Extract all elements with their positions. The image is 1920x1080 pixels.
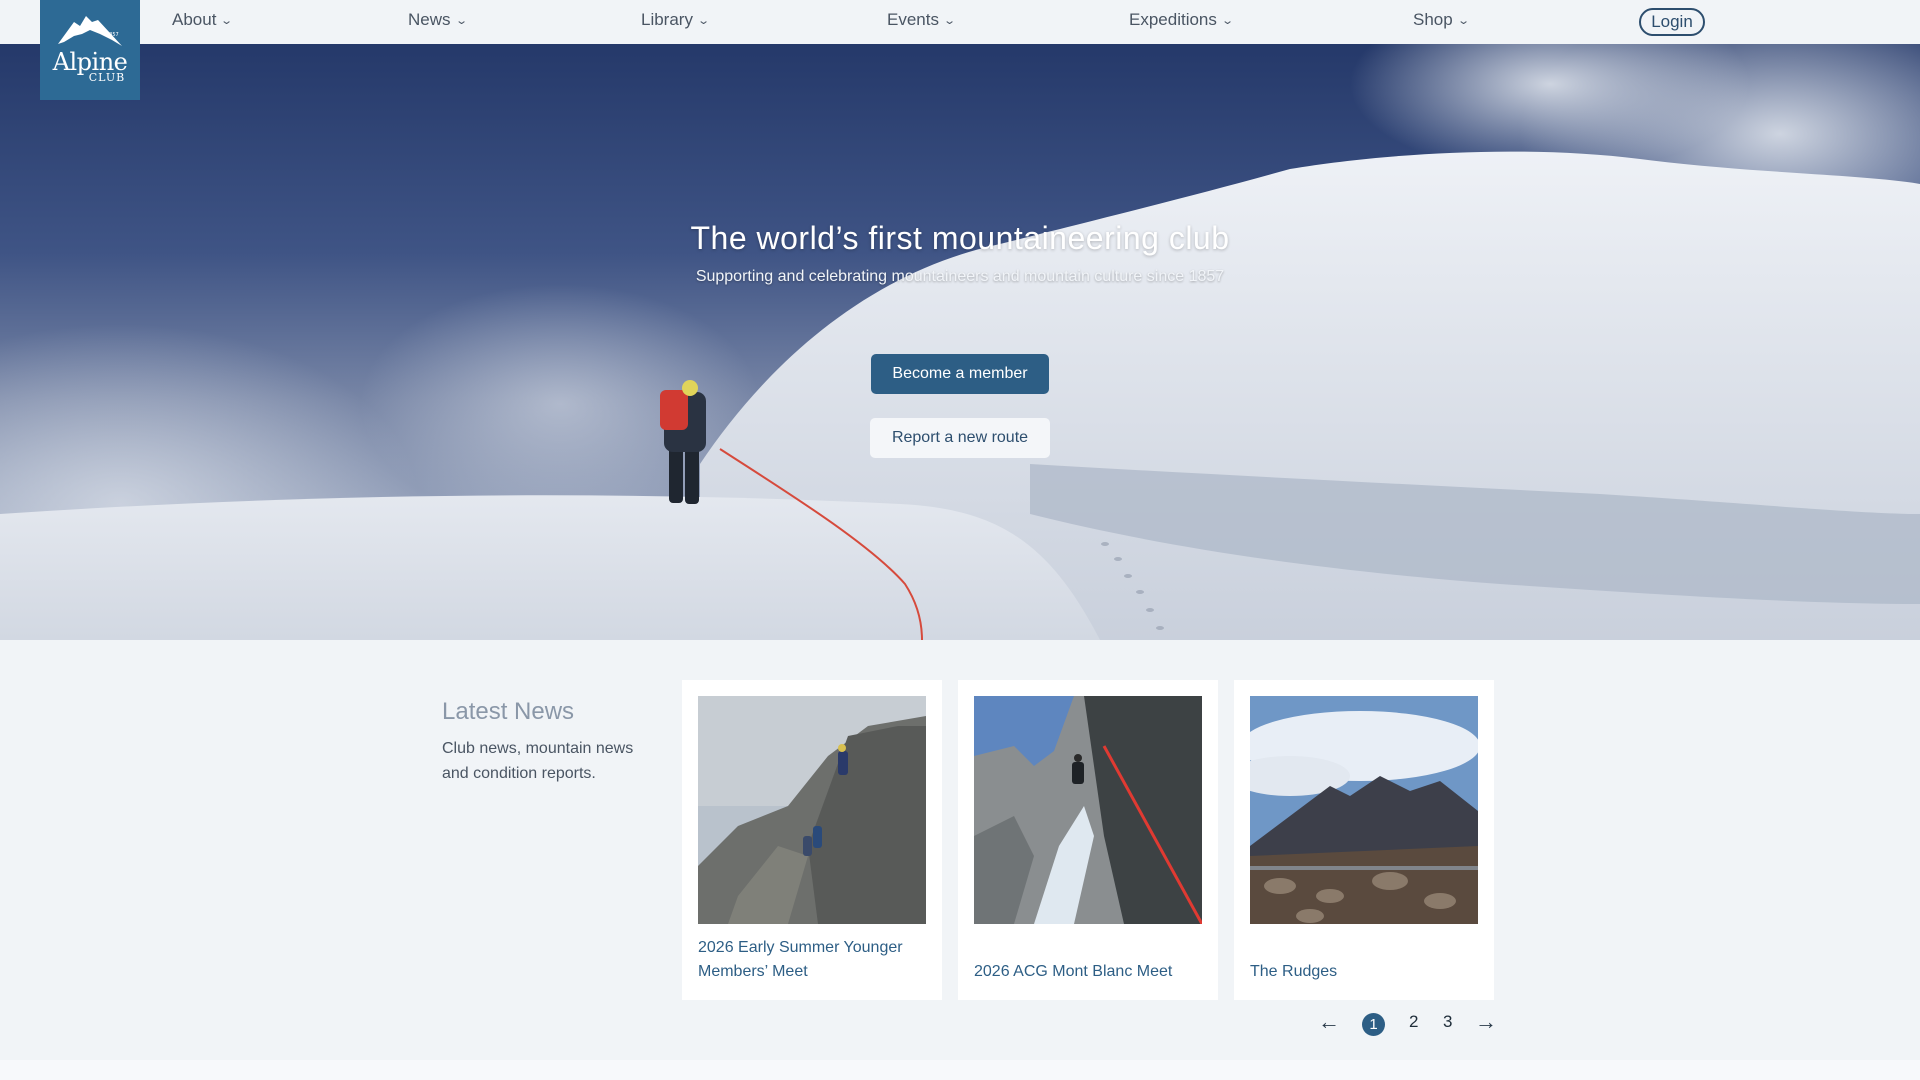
news-card-image xyxy=(1250,696,1478,924)
nav-item-label: Expeditions xyxy=(1129,10,1217,29)
news-card-image xyxy=(974,696,1202,924)
news-card-title: 2026 Early Summer Younger Members’ Meet xyxy=(698,939,903,980)
nav-item-news[interactable]: News ⌄ xyxy=(408,10,468,30)
nav-item-label: About xyxy=(172,10,217,29)
page-3-button[interactable]: 3 xyxy=(1443,1012,1452,1032)
login-button[interactable]: Login xyxy=(1639,8,1705,36)
news-card-title: 2026 ACG Mont Blanc Meet xyxy=(974,963,1173,980)
chevron-down-icon: ⌄ xyxy=(454,14,468,27)
nav-item-label: News xyxy=(408,10,451,29)
news-heading: Latest News xyxy=(442,698,575,725)
chevron-down-icon: ⌄ xyxy=(697,14,711,27)
news-card-image xyxy=(698,696,926,924)
news-card[interactable]: 2026 ACG Mont Blanc Meet xyxy=(958,680,1218,1000)
news-card-title: The Rudges xyxy=(1250,963,1338,980)
nav-item-expeditions[interactable]: Expeditions ⌄ xyxy=(1129,10,1234,30)
top-navigation: About ⌄ News ⌄ Library ⌄ Events ⌄ Expedi… xyxy=(0,0,1920,44)
nav-item-events[interactable]: Events ⌄ xyxy=(887,10,957,30)
news-card[interactable]: The Rudges xyxy=(1234,680,1494,1000)
chevron-down-icon: ⌄ xyxy=(1221,14,1234,27)
news-description: Club news, mountain news and condition r… xyxy=(442,740,634,782)
logo-subword: CLUB xyxy=(88,71,126,84)
hero-banner: The world’s first mountaineering club Su… xyxy=(0,44,1920,640)
chevron-down-icon: ⌄ xyxy=(943,14,957,27)
nav-item-label: Events xyxy=(887,10,939,29)
nav-item-label: Library xyxy=(641,10,693,29)
page-1-button[interactable]: 1 xyxy=(1362,1013,1385,1036)
logo-year: 1857 xyxy=(106,32,119,38)
chevron-down-icon: ⌄ xyxy=(1456,14,1470,27)
arrow-right-icon[interactable]: → xyxy=(1475,1009,1497,1035)
hero-subtitle: Supporting and celebrating mountaineers … xyxy=(695,268,1225,285)
report-route-button[interactable]: Report a new route xyxy=(870,418,1050,458)
nav-item-label: Shop xyxy=(1413,10,1453,29)
chevron-down-icon: ⌄ xyxy=(220,14,234,27)
arrow-left-icon[interactable]: ← xyxy=(1318,1009,1340,1035)
hero-mountain-image xyxy=(0,44,1920,640)
become-member-button[interactable]: Become a member xyxy=(871,354,1049,394)
nav-item-about[interactable]: About ⌄ xyxy=(172,10,234,30)
alpine-club-logo[interactable]: 1857 Alpine CLUB xyxy=(40,0,140,100)
page-2-button[interactable]: 2 xyxy=(1409,1012,1418,1032)
footer-strip xyxy=(0,1060,1920,1080)
nav-item-shop[interactable]: Shop ⌄ xyxy=(1413,10,1470,30)
news-card[interactable]: 2026 Early Summer Younger Members’ Meet xyxy=(682,680,942,1000)
nav-item-library[interactable]: Library ⌄ xyxy=(641,10,711,30)
hero-title: The world’s first mountaineering club xyxy=(690,220,1230,256)
